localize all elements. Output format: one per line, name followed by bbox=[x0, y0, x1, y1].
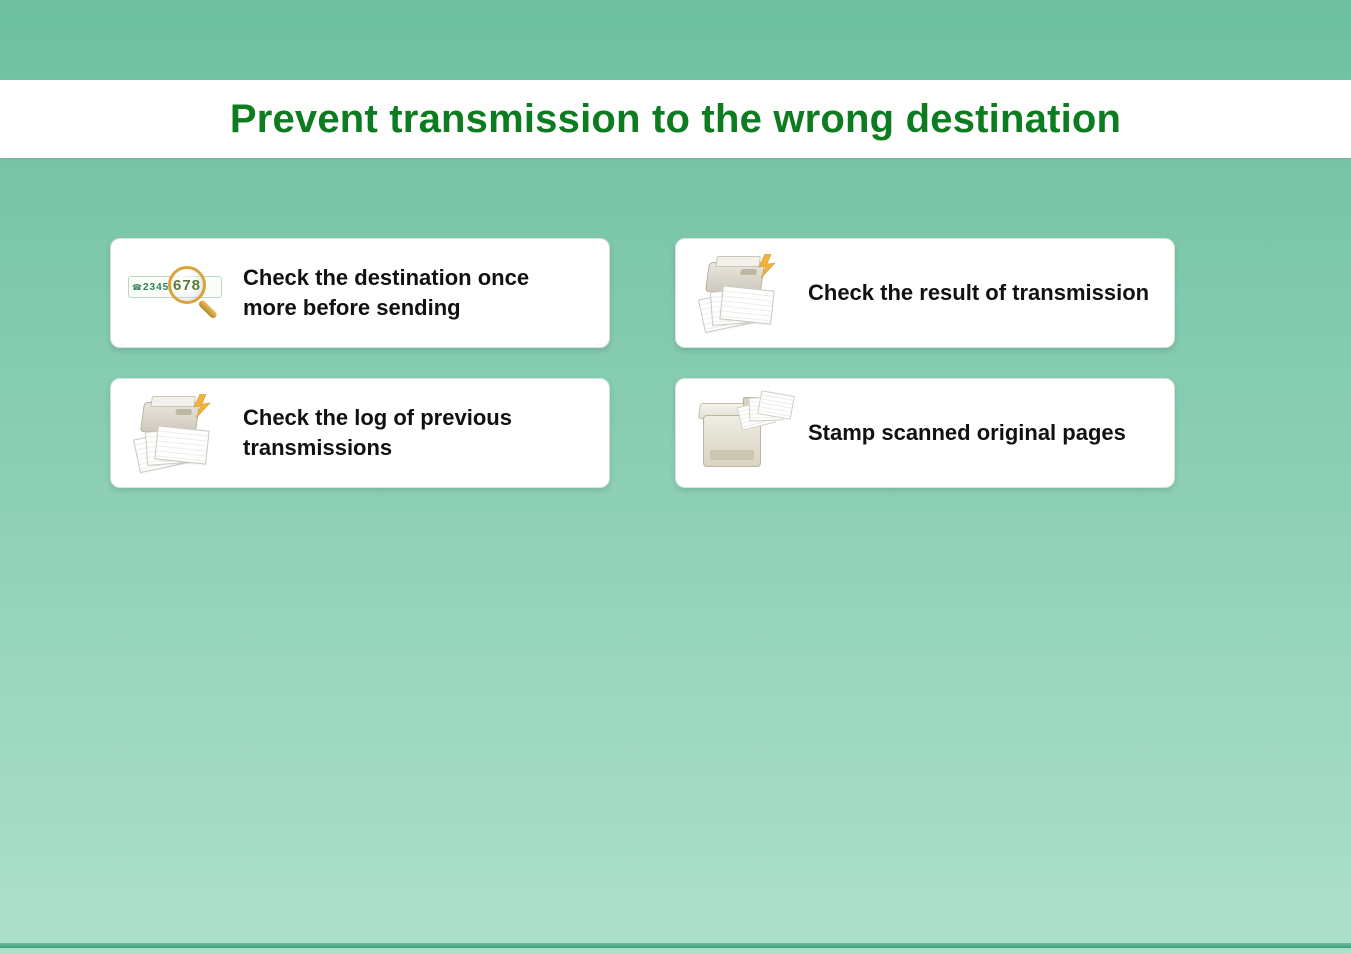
fax-stack-icon bbox=[125, 394, 225, 472]
footer-divider bbox=[0, 942, 1351, 948]
card-label: Stamp scanned original pages bbox=[808, 418, 1126, 448]
card-stamp-scanned[interactable]: Stamp scanned original pages bbox=[675, 378, 1175, 488]
display-zoom-digits: 678 bbox=[173, 277, 201, 294]
card-check-log[interactable]: Check the log of previous transmissions bbox=[110, 378, 610, 488]
page-title: Prevent transmission to the wrong destin… bbox=[230, 97, 1121, 142]
card-label: Check the destination once more before s… bbox=[243, 263, 587, 322]
card-label: Check the result of transmission bbox=[808, 278, 1149, 308]
magnifier-display-icon: ☎ 2345 678 bbox=[125, 254, 225, 332]
header-spacer bbox=[0, 0, 1351, 80]
fax-stack-icon bbox=[690, 254, 790, 332]
copier-output-icon bbox=[690, 394, 790, 472]
cards-grid: ☎ 2345 678 Check the destination once mo… bbox=[0, 158, 1351, 488]
card-check-destination[interactable]: ☎ 2345 678 Check the destination once mo… bbox=[110, 238, 610, 348]
card-check-result[interactable]: Check the result of transmission bbox=[675, 238, 1175, 348]
title-band: Prevent transmission to the wrong destin… bbox=[0, 80, 1351, 158]
display-small-digits: 2345 bbox=[143, 282, 169, 293]
card-label: Check the log of previous transmissions bbox=[243, 403, 587, 462]
